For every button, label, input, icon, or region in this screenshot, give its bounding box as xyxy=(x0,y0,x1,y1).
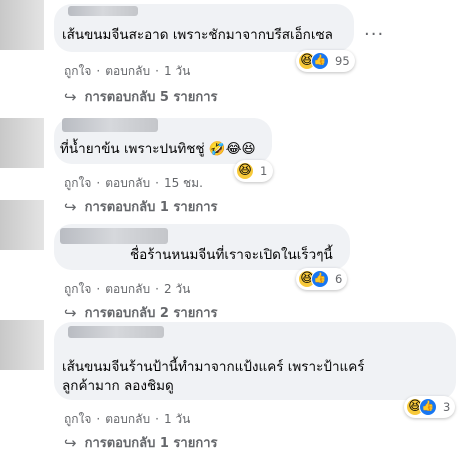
separator-dot: · xyxy=(96,176,101,190)
view-replies-label: การตอบกลับ 5 รายการ xyxy=(84,90,218,105)
reaction-count: 1 xyxy=(260,164,268,178)
reply-link[interactable]: ตอบกลับ xyxy=(105,280,150,299)
reply-arrow-icon: ↪ xyxy=(64,87,77,106)
reaction-count: 95 xyxy=(335,54,350,68)
reply-arrow-icon: ↪ xyxy=(64,433,77,452)
timestamp[interactable]: 15 ชม. xyxy=(164,174,203,193)
view-replies-label: การตอบกลับ 1 รายการ xyxy=(84,436,218,451)
view-replies-link[interactable]: ↪ การตอบกลับ 5 รายการ xyxy=(64,86,217,107)
comment-text: เส้นขนมจีนร้านป้านี้ทำมาจากแป้งแคร์ เพรา… xyxy=(62,359,365,394)
comment-text: ชื่อร้านหนมจีนที่เราจะเปิดในเร็วๆนี้ xyxy=(130,247,333,263)
view-replies-label: การตอบกลับ 1 รายการ xyxy=(84,200,218,215)
timestamp[interactable]: 1 วัน xyxy=(164,62,190,81)
reply-arrow-icon: ↪ xyxy=(64,303,77,322)
reply-link[interactable]: ตอบกลับ xyxy=(105,410,150,429)
author-name-redacted[interactable] xyxy=(60,228,168,244)
separator-dot: · xyxy=(96,412,101,426)
reply-link[interactable]: ตอบกลับ xyxy=(105,62,150,81)
joy-emoji-icon: 😂 xyxy=(225,141,242,157)
comment-text: ที่น้ำยาข้น เพราะปนทิชชู่ 🤣😂😆 xyxy=(60,141,256,157)
reactions-summary[interactable]: 😆 👍 95 xyxy=(296,50,355,72)
avatar[interactable] xyxy=(0,0,44,50)
haha-reaction-icon: 😆 xyxy=(236,162,254,180)
like-link[interactable]: ถูกใจ xyxy=(64,280,91,299)
comment-meta: ถูกใจ · ตอบกลับ · 15 ชม. xyxy=(64,174,203,193)
rofl-emoji-icon: 🤣 xyxy=(208,141,226,157)
author-name-redacted[interactable] xyxy=(68,326,164,338)
view-replies-label: การตอบกลับ 2 รายการ xyxy=(84,306,218,321)
comment-bubble: ที่น้ำยาข้น เพราะปนทิชชู่ 🤣😂😆 xyxy=(54,118,272,164)
avatar[interactable] xyxy=(0,118,44,168)
reaction-count: 3 xyxy=(443,400,451,414)
comment-bubble: ชื่อร้านหนมจีนที่เราจะเปิดในเร็วๆนี้ xyxy=(54,224,350,270)
comment-meta: ถูกใจ · ตอบกลับ · 1 วัน xyxy=(64,62,190,81)
avatar[interactable] xyxy=(0,320,44,370)
view-replies-link[interactable]: ↪ การตอบกลับ 2 รายการ xyxy=(64,302,217,323)
author-name-redacted[interactable] xyxy=(62,118,158,132)
reactions-summary[interactable]: 😆 👍 6 xyxy=(296,268,348,290)
like-link[interactable]: ถูกใจ xyxy=(64,174,91,193)
author-name-redacted[interactable] xyxy=(68,6,138,16)
avatar[interactable] xyxy=(0,200,44,250)
comment-meta: ถูกใจ · ตอบกลับ · 1 วัน xyxy=(64,410,190,429)
like-link[interactable]: ถูกใจ xyxy=(64,410,91,429)
reply-link[interactable]: ตอบกลับ xyxy=(105,174,150,193)
comment-meta: ถูกใจ · ตอบกลับ · 2 วัน xyxy=(64,280,190,299)
separator-dot: · xyxy=(155,176,159,190)
separator-dot: · xyxy=(155,64,159,78)
laughing-emoji-icon: 😆 xyxy=(241,141,256,157)
timestamp[interactable]: 1 วัน xyxy=(164,410,190,429)
like-reaction-icon: 👍 xyxy=(311,270,329,288)
separator-dot: · xyxy=(155,282,159,296)
comment-text: เส้นขนมจีนสะอาด เพราะชักมาจากบรีสเอ็กเซล xyxy=(62,27,333,43)
reply-arrow-icon: ↪ xyxy=(64,197,77,216)
view-replies-link[interactable]: ↪ การตอบกลับ 1 รายการ xyxy=(64,196,217,217)
separator-dot: · xyxy=(96,64,101,78)
comment-bubble: เส้นขนมจีนร้านป้านี้ทำมาจากแป้งแคร์ เพรา… xyxy=(54,322,456,400)
reaction-count: 6 xyxy=(335,272,343,286)
like-reaction-icon: 👍 xyxy=(419,398,437,416)
timestamp[interactable]: 2 วัน xyxy=(164,280,190,299)
more-options-icon[interactable]: ··· xyxy=(364,24,384,45)
view-replies-link[interactable]: ↪ การตอบกลับ 1 รายการ xyxy=(64,432,217,453)
like-link[interactable]: ถูกใจ xyxy=(64,62,91,81)
separator-dot: · xyxy=(155,412,159,426)
reactions-summary[interactable]: 😆 1 xyxy=(234,160,274,182)
comment-bubble: เส้นขนมจีนสะอาด เพราะชักมาจากบรีสเอ็กเซล xyxy=(54,4,354,52)
reactions-summary[interactable]: 😆 👍 3 xyxy=(404,396,456,418)
like-reaction-icon: 👍 xyxy=(311,52,329,70)
separator-dot: · xyxy=(96,282,101,296)
